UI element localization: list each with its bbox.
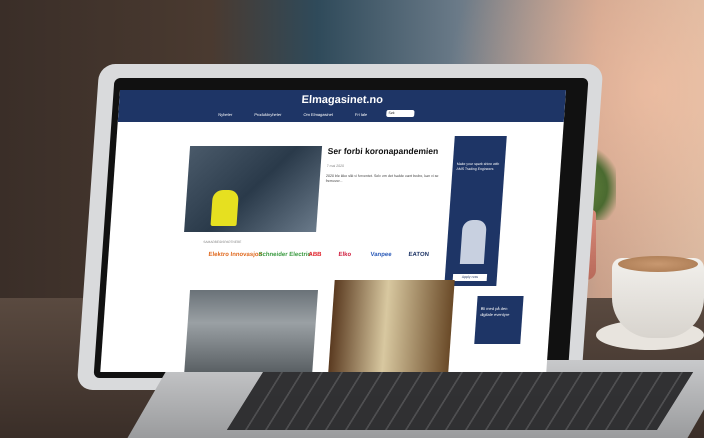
ad-text: Make your spark shine with AMS Trading E…	[456, 162, 500, 171]
search-input[interactable]: Søk	[386, 110, 415, 117]
partner-logo[interactable]: ABB	[308, 252, 321, 258]
nav-item[interactable]: Produktnyheter	[254, 112, 281, 117]
partners-label: SAMARBEIDSPARTNERE	[203, 240, 242, 244]
nav-item[interactable]: Nyheter	[218, 112, 232, 117]
partner-logo[interactable]: Schneider Electric	[258, 252, 311, 258]
partner-logo[interactable]: Elektro Innovasjon	[208, 252, 262, 258]
site-logo[interactable]: Elmagasinet.no	[119, 94, 566, 106]
worker-figure	[210, 190, 240, 226]
hero-title[interactable]: Ser forbi koronapandemien	[327, 146, 438, 156]
partner-logo[interactable]: Vanpee	[370, 252, 391, 258]
partner-logo[interactable]: EATON	[408, 252, 429, 258]
site-nav: Nyheter Produktnyheter Om Elmagasinet Fr…	[218, 112, 367, 117]
ad-banner-small[interactable]	[474, 296, 524, 344]
article-thumbnail[interactable]	[328, 280, 455, 372]
coffee-surface	[618, 256, 698, 272]
hero-body: 2020 ble ikke slik vi forventet. Selv om…	[325, 174, 439, 183]
hero-image[interactable]	[184, 146, 323, 232]
site-header: Elmagasinet.no Nyheter Produktnyheter Om…	[117, 90, 566, 122]
article-thumbnail[interactable]	[184, 290, 319, 372]
ad-person-image	[459, 220, 487, 264]
laptop-screen: Elmagasinet.no Nyheter Produktnyheter Om…	[100, 90, 566, 372]
ad-small-text: Bli med på den digitale eventyre	[480, 306, 510, 317]
nav-item[interactable]: Fri tale	[355, 112, 368, 117]
partner-logo[interactable]: Elko	[338, 252, 351, 258]
apply-button[interactable]: Apply now	[452, 274, 488, 281]
keyboard	[226, 372, 694, 430]
nav-item[interactable]: Om Elmagasinet	[303, 112, 333, 117]
photo-scene: Elmagasinet.no Nyheter Produktnyheter Om…	[0, 0, 704, 438]
hero-date: 7 mai 2020	[326, 164, 345, 168]
